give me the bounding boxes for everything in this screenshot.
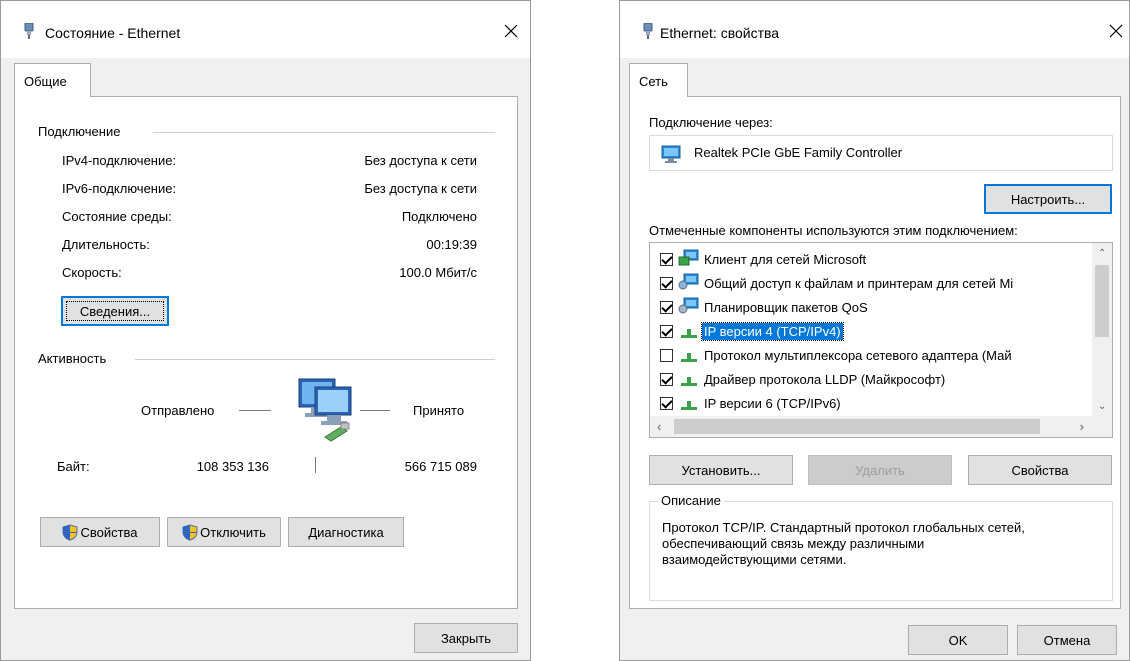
network-adapter-icon [661, 145, 681, 163]
ipv6-label: IPv6-подключение: [62, 181, 177, 196]
uac-shield-icon [182, 523, 198, 541]
bytes-sent-value: 108 353 136 [196, 459, 269, 474]
file-sharing-icon [678, 273, 699, 290]
scroll-right-icon[interactable]: › [1080, 419, 1084, 434]
list-item[interactable]: IP версии 4 (TCP/IPv4) [650, 319, 844, 343]
components-list[interactable]: Клиент для сетей Microsoft Общий доступ … [649, 242, 1113, 438]
ethernet-plug-icon [643, 23, 653, 39]
properties-dialog: Ethernet: свойства Сеть Подключение чере… [619, 0, 1130, 661]
bytes-received-value: 566 715 089 [404, 459, 477, 474]
install-button[interactable]: Установить... [649, 455, 793, 485]
diagnostics-button[interactable]: Диагностика [288, 517, 404, 547]
description-text: Протокол TCP/IP. Стандартный протокол гл… [662, 520, 1025, 567]
description-legend: Описание [658, 493, 724, 508]
ethernet-plug-icon [24, 23, 34, 39]
general-panel: Подключение IPv4-подключение: Без доступ… [14, 96, 518, 609]
scroll-thumb[interactable] [1095, 265, 1109, 337]
list-item[interactable]: Драйвер протокола LLDP (Майкрософт) [650, 367, 947, 391]
received-line [360, 410, 390, 411]
configure-button[interactable]: Настроить... [984, 184, 1112, 214]
window-title: Состояние - Ethernet [45, 25, 181, 41]
vertical-scrollbar[interactable]: ⌃ ⌄ [1092, 243, 1112, 416]
component-properties-button[interactable]: Свойства [968, 455, 1112, 485]
close-button[interactable]: Закрыть [414, 623, 518, 653]
ipv4-value: Без доступа к сети [364, 153, 477, 168]
tab-general[interactable]: Общие [14, 63, 91, 97]
duration-label: Длительность: [62, 237, 150, 252]
ipv4-label: IPv4-подключение: [62, 153, 177, 168]
protocol-icon [681, 329, 697, 338]
checkbox[interactable] [660, 396, 673, 410]
status-dialog: Состояние - Ethernet Общие Подключение I… [0, 0, 531, 661]
tab-network[interactable]: Сеть [629, 63, 688, 97]
disable-button[interactable]: Отключить [167, 517, 281, 547]
list-item[interactable]: Клиент для сетей Microsoft [650, 247, 868, 271]
separator [315, 457, 316, 473]
scrollbar-corner [1092, 416, 1112, 437]
sent-line [239, 410, 271, 411]
checkbox[interactable] [660, 300, 673, 314]
speed-label: Скорость: [62, 265, 122, 280]
checkbox[interactable] [660, 348, 673, 362]
checkbox[interactable] [660, 252, 673, 266]
ipv6-value: Без доступа к сети [364, 181, 477, 196]
media-state-value: Подключено [401, 209, 477, 224]
list-item[interactable]: Протокол мультиплексора сетевого адаптер… [650, 343, 1014, 367]
cancel-button[interactable]: Отмена [1017, 625, 1117, 655]
description-group: Описание Протокол TCP/IP. Стандартный пр… [649, 493, 1113, 601]
qos-service-icon [678, 297, 699, 314]
scroll-thumb[interactable] [674, 419, 1040, 434]
adapter-box: Realtek PCIe GbE Family Controller [649, 135, 1113, 171]
checkbox[interactable] [660, 324, 673, 338]
connect-using-label: Подключение через: [649, 115, 773, 130]
sent-label: Отправлено [141, 403, 215, 418]
protocol-icon [681, 353, 697, 362]
details-button[interactable]: Сведения... [61, 296, 169, 326]
divider [153, 132, 495, 133]
network-panel: Подключение через: Realtek PCIe GbE Fami… [629, 96, 1121, 609]
speed-value: 100.0 Мбит/с [399, 265, 477, 280]
window-title: Ethernet: свойства [660, 25, 780, 41]
adapter-name: Realtek PCIe GbE Family Controller [694, 145, 903, 160]
uac-shield-icon [62, 523, 78, 541]
close-icon [1109, 24, 1123, 38]
checkbox[interactable] [660, 276, 673, 290]
divider [135, 359, 495, 360]
scroll-left-icon[interactable]: ‹ [657, 419, 661, 434]
activity-section-title: Активность [38, 351, 107, 366]
connection-section-title: Подключение [38, 124, 121, 139]
list-item[interactable]: Общий доступ к файлам и принтерам для се… [650, 271, 1015, 295]
list-item[interactable]: IP версии 6 (TCP/IPv6) [650, 391, 843, 415]
ok-button[interactable]: OK [908, 625, 1008, 655]
received-label: Принято [413, 403, 465, 418]
protocol-icon [681, 401, 697, 410]
scroll-up-icon[interactable]: ⌃ [1098, 248, 1106, 259]
close-icon [504, 24, 518, 38]
close-window-button[interactable] [491, 13, 531, 49]
bytes-label: Байт: [57, 459, 90, 474]
network-computers-icon [298, 378, 352, 442]
duration-value: 00:19:39 [426, 237, 477, 252]
horizontal-scrollbar[interactable]: ‹ › [650, 416, 1092, 437]
media-state-label: Состояние среды: [62, 209, 172, 224]
close-window-button[interactable] [1096, 13, 1130, 49]
network-client-icon [678, 249, 699, 266]
scroll-down-icon[interactable]: ⌄ [1098, 401, 1106, 412]
checkbox[interactable] [660, 372, 673, 386]
title-bar: Состояние - Ethernet [1, 1, 530, 58]
components-label: Отмеченные компоненты используются этим … [649, 223, 1018, 238]
title-bar: Ethernet: свойства [620, 1, 1129, 58]
list-item[interactable]: Планировщик пакетов QoS [650, 295, 870, 319]
uninstall-button[interactable]: Удалить [808, 455, 952, 485]
status-properties-button[interactable]: Свойства [40, 517, 160, 547]
protocol-icon [681, 377, 697, 386]
